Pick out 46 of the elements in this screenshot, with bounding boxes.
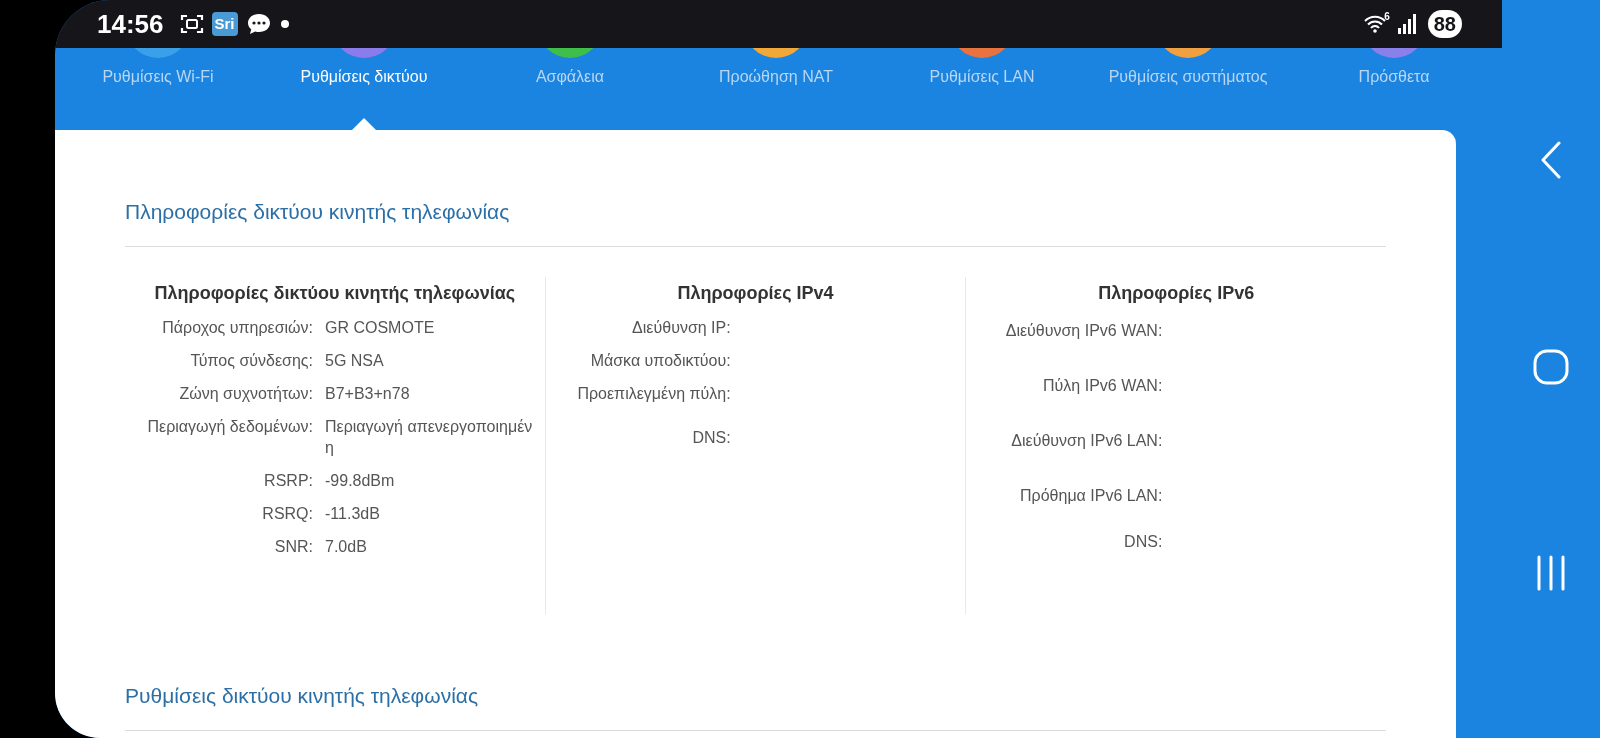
- column-heading: Πληροφορίες δικτύου κινητής τηλεφωνίας: [153, 282, 517, 305]
- recents-icon[interactable]: [1535, 555, 1567, 591]
- field-label: Διεύθυνση IPv6 WAN:: [1004, 321, 1163, 341]
- field-label: Ζώνη συχνοτήτων:: [178, 384, 313, 404]
- field-value: B7+B3+n78: [325, 384, 411, 404]
- column-heading: Πληροφορίες IPv4: [676, 282, 835, 305]
- chat-bubble-icon: [245, 12, 272, 36]
- column-heading: Πληροφορίες IPv6: [1097, 282, 1256, 305]
- field-value: -99.8dBm: [325, 471, 396, 491]
- nav-tab[interactable]: Ρυθμίσεις Wi-Fi: [102, 68, 214, 86]
- field-label: DNS:: [691, 428, 731, 448]
- field-label: Διεύθυνση IPv6 LAN:: [1010, 431, 1163, 451]
- nav-tab[interactable]: Ρυθμίσεις LAN: [929, 68, 1035, 86]
- field-value: 5G NSA: [325, 351, 385, 371]
- section-title: Ρυθμίσεις δικτύου κινητής τηλεφωνίας: [125, 684, 1386, 731]
- field-label: Πάροχος υπηρεσιών:: [161, 318, 313, 338]
- field-label: Πρόθημα IPv6 LAN:: [1019, 486, 1163, 506]
- field-value: 7.0dB: [325, 537, 368, 557]
- back-icon[interactable]: [1539, 141, 1563, 179]
- clock-time: 14:56: [97, 8, 164, 40]
- field-value: Περιαγωγή απενεργοποιημένη: [325, 417, 534, 458]
- field-label: Μάσκα υποδικτύου:: [589, 351, 731, 371]
- wifi-standard-label: 6: [1384, 11, 1390, 22]
- field-label: RSRP:: [263, 471, 313, 491]
- field-label: Προεπιλεγμένη πύλη:: [576, 384, 731, 404]
- section-title: Πληροφορίες δικτύου κινητής τηλεφωνίας: [125, 200, 1386, 247]
- home-icon[interactable]: [1533, 349, 1569, 385]
- screenshot-icon: [179, 13, 204, 35]
- nav-tab[interactable]: Ρυθμίσεις συστήματος: [1108, 68, 1268, 86]
- field-value: -11.3dB: [325, 504, 381, 524]
- field-label: Πύλη IPv6 WAN:: [1042, 376, 1163, 396]
- field-label: RSRQ:: [261, 504, 313, 524]
- signal-icon: [1397, 14, 1416, 34]
- field-label: Διεύθυνση IP:: [631, 318, 731, 338]
- nav-tab[interactable]: Προώθηση NAT: [719, 68, 833, 86]
- nav-tab[interactable]: Πρόσθετα: [1358, 68, 1430, 86]
- app-icon: Sri: [211, 12, 238, 36]
- field-label: SNR:: [273, 537, 313, 557]
- field-label: Τύπος σύνδεσης:: [189, 351, 313, 371]
- nav-tab[interactable]: Ασφάλεια: [535, 68, 605, 86]
- battery-level: 88: [1427, 10, 1462, 38]
- field-label: DNS:: [1123, 532, 1163, 552]
- field-value: GR COSMOTE: [325, 318, 436, 338]
- nav-tab[interactable]: Ρυθμίσεις δικτύου: [300, 68, 428, 86]
- dot-icon: [279, 19, 290, 29]
- field-label: Περιαγωγή δεδομένων:: [146, 417, 313, 437]
